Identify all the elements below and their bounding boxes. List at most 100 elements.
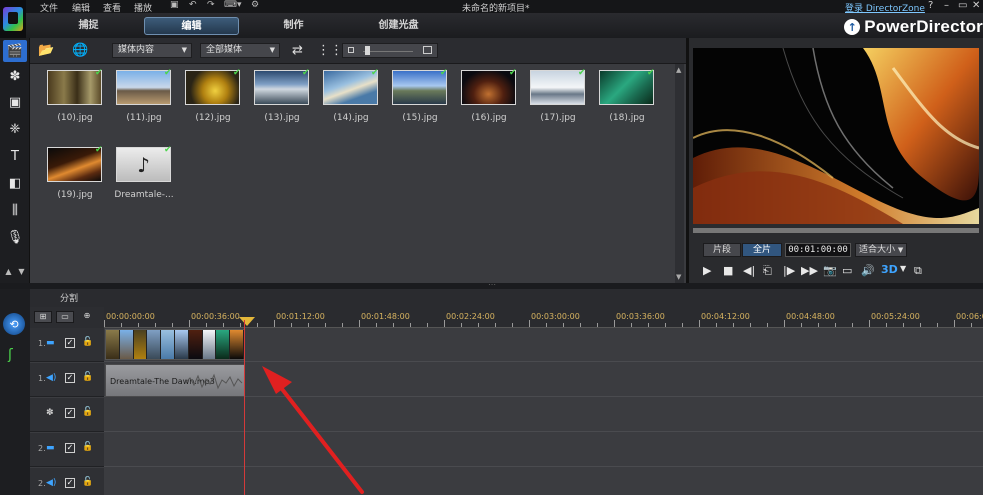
tab-produce[interactable]: 制作 <box>261 17 326 35</box>
keyboard-icon[interactable]: ⌨▾ <box>224 0 242 10</box>
media-item[interactable]: ✔ (15).jpg <box>383 68 453 128</box>
lock-icon[interactable]: 🔓 <box>82 372 93 382</box>
media-item[interactable]: ✔ (13).jpg <box>245 68 315 128</box>
slider-handle[interactable] <box>365 46 370 55</box>
media-type-select[interactable]: 全部媒体 ▼ <box>200 43 280 58</box>
ruler-label: 00:03:00:00 <box>531 312 580 321</box>
fit-timeline-icon[interactable]: ▭ <box>56 311 74 323</box>
track-lane-video-2[interactable] <box>104 433 983 467</box>
media-filter-select[interactable]: 媒体内容 ▼ <box>112 43 192 58</box>
lock-icon[interactable]: 🔓 <box>82 477 93 487</box>
effect-room-button[interactable]: ✽ <box>3 65 27 87</box>
media-item[interactable]: ✔ (17).jpg <box>521 68 591 128</box>
stop-icon[interactable]: ■ <box>723 264 733 277</box>
checkmark-icon: ✔ <box>578 68 586 78</box>
clip-mode-button[interactable]: 片段 <box>703 243 741 257</box>
lock-icon[interactable]: 🔓 <box>82 442 93 452</box>
powerdirector-window: 文件 编辑 查看 播放 ▣ ↶ ↷ ⌨▾ ⚙ 未命名的新项目* 登录 Direc… <box>0 0 983 495</box>
media-item[interactable]: ✔ (14).jpg <box>314 68 384 128</box>
add-track-icon[interactable]: ⊕ <box>78 311 96 323</box>
track-lane-audio-1[interactable]: Dreamtale-The Dawn.mp3 <box>104 363 983 397</box>
media-item[interactable]: ✔ (19).jpg <box>38 145 108 205</box>
playhead-line[interactable] <box>244 320 245 495</box>
checkmark-icon: ✔ <box>233 68 241 78</box>
redo-icon[interactable]: ↷ <box>207 0 215 10</box>
timeline-ruler[interactable]: 00:00:00:00 00:00:36:00 00:01:12:00 00:01:4… <box>104 307 983 328</box>
minimize-button[interactable]: – <box>944 0 949 11</box>
tab-edit[interactable]: 编辑 <box>144 17 239 35</box>
import-folder-icon[interactable]: 📂 <box>38 43 54 59</box>
thumbnail-size-slider[interactable] <box>342 43 438 58</box>
timeline-view-icon[interactable]: ⟲ <box>3 313 25 335</box>
pip-room-button[interactable]: ▣ <box>3 91 27 113</box>
take-snapshot-icon[interactable]: ⎗ <box>763 264 772 278</box>
movie-mode-button[interactable]: 全片 <box>742 243 782 257</box>
ruler-tick <box>886 323 887 327</box>
track-enable-checkbox[interactable]: ✓ <box>65 338 75 348</box>
maximize-button[interactable]: ▭ <box>958 0 967 11</box>
track-lane-video-1[interactable] <box>104 328 983 362</box>
timecode-display[interactable]: 00:01:00:00 <box>785 243 851 257</box>
track-enable-checkbox[interactable]: ✓ <box>65 443 75 453</box>
transition-room-button[interactable]: ◧ <box>3 172 27 194</box>
track-manager-icon[interactable]: ⊞ <box>34 311 52 323</box>
track-enable-checkbox[interactable]: ✓ <box>65 373 75 383</box>
undock-icon[interactable]: ⧉ <box>914 264 922 278</box>
track-enable-checkbox[interactable]: ✓ <box>65 408 75 418</box>
close-button[interactable]: ✕ <box>972 0 980 11</box>
media-item[interactable]: ✔ (11).jpg <box>107 68 177 128</box>
play-icon[interactable]: ▶ <box>703 264 711 277</box>
tab-create-disc[interactable]: 创建光盘 <box>356 17 441 35</box>
lock-icon[interactable]: 🔓 <box>82 337 93 347</box>
help-button[interactable]: ? <box>928 0 933 11</box>
rooms-sidebar: 🎬 ✽ ▣ ❈ T ◧ ⫼ 🎙 ▲ ▼ <box>0 38 30 283</box>
video-clip[interactable] <box>105 329 245 360</box>
save-icon[interactable]: ▣ <box>170 0 179 10</box>
tab-capture[interactable]: 捕捉 <box>56 17 121 35</box>
fit-size-select[interactable]: 适合大小 ▼ <box>855 243 907 257</box>
previous-frame-icon[interactable]: ◀| <box>743 264 755 277</box>
display-icon[interactable]: ▭ <box>842 264 852 277</box>
thumbnail-image <box>116 70 171 105</box>
scroll-down-icon[interactable]: ▼ <box>676 273 681 281</box>
voiceover-room-button[interactable]: 🎙 <box>3 226 27 248</box>
chevron-down-icon[interactable]: ▼ <box>18 267 24 279</box>
media-item[interactable]: ✔ (10).jpg <box>38 68 108 128</box>
next-frame-icon[interactable]: |▶ <box>783 264 795 277</box>
audio-clip[interactable]: Dreamtale-The Dawn.mp3 <box>105 364 245 397</box>
fast-forward-icon[interactable]: ▶▶ <box>801 264 818 277</box>
tab-split[interactable]: 分割 <box>60 291 78 304</box>
media-room-button[interactable]: 🎬 <box>3 40 27 62</box>
track-lane-effect[interactable] <box>104 398 983 432</box>
download-globe-icon[interactable]: 🌐 <box>72 43 88 59</box>
chevron-up-icon[interactable]: ▲ <box>5 267 11 279</box>
undo-icon[interactable]: ↶ <box>189 0 197 10</box>
preview-seek-bar[interactable] <box>693 228 979 233</box>
track-lane-audio-2[interactable] <box>104 468 983 495</box>
storyboard-icon[interactable]: ʃ <box>8 347 13 363</box>
thumbnail-image <box>47 70 102 105</box>
media-item[interactable]: ♪ ✔ Dreamtale-... <box>107 145 177 205</box>
scroll-up-icon[interactable]: ▲ <box>676 66 681 74</box>
particle-room-button[interactable]: ❈ <box>3 118 27 140</box>
camera-icon[interactable]: 📷 <box>823 264 837 277</box>
audio-mixing-room-button[interactable]: ⫼ <box>3 199 27 221</box>
playhead-marker[interactable] <box>239 317 255 326</box>
media-item[interactable]: ✔ (12).jpg <box>176 68 246 128</box>
media-item[interactable]: ✔ (16).jpg <box>452 68 522 128</box>
track-enable-checkbox[interactable]: ✓ <box>65 478 75 488</box>
media-item[interactable]: ✔ (18).jpg <box>590 68 660 128</box>
settings-gear-icon[interactable]: ⚙ <box>251 0 259 10</box>
lock-icon[interactable]: 🔓 <box>82 407 93 417</box>
fit-size-value: 适合大小 <box>859 245 896 255</box>
3d-toggle-button[interactable]: 3D <box>881 263 898 276</box>
title-room-button[interactable]: T <box>3 145 27 167</box>
library-scrollbar[interactable]: ▲ ▼ <box>675 64 684 283</box>
thumbnail-image <box>254 70 309 105</box>
audio-waveform <box>186 373 243 390</box>
sort-icon[interactable]: ⇄ <box>292 43 303 59</box>
volume-icon[interactable]: 🔊 <box>861 264 875 277</box>
chevron-down-icon[interactable]: ▼ <box>900 264 906 273</box>
ruler-tick <box>614 320 615 327</box>
grid-view-icon[interactable]: ⋮⋮ <box>317 43 343 59</box>
